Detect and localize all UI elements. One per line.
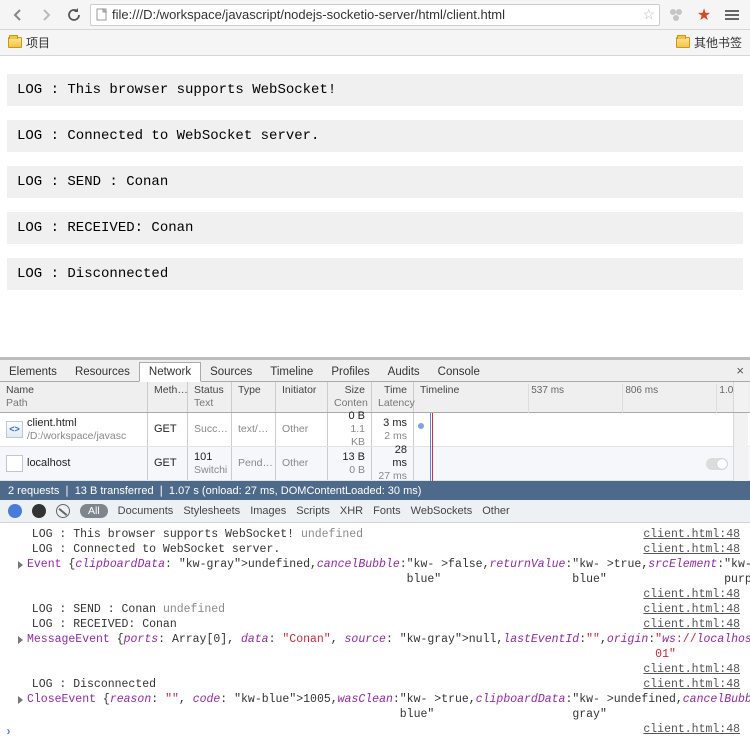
console-object-line[interactable]: MessageEvent {ports: Array[0], data: "Co… xyxy=(18,632,740,662)
col-initiator[interactable]: Initiator xyxy=(276,382,328,412)
clear-icon[interactable] xyxy=(56,504,70,518)
console-source-link[interactable]: client.html:48 xyxy=(643,662,740,677)
console-source-link[interactable]: client.html:48 xyxy=(643,542,740,557)
console-source-line: client.html:48 xyxy=(18,587,740,602)
extension-icon-1[interactable] xyxy=(664,3,688,27)
devtools-panel: Elements Resources Network Sources Timel… xyxy=(0,357,750,743)
console-line: LOG : This browser supports WebSocket! u… xyxy=(18,527,740,542)
timeline-scrollbar[interactable] xyxy=(733,413,748,481)
col-name[interactable]: NamePath xyxy=(0,382,148,412)
filter-stylesheets[interactable]: Stylesheets xyxy=(183,505,240,517)
console-source-line: client.html:48 xyxy=(18,662,740,677)
star-icon[interactable]: ☆ xyxy=(642,6,655,23)
console-source-link[interactable]: client.html:48 xyxy=(643,527,740,542)
page-log-line: LOG : Disconnected xyxy=(7,258,743,290)
tab-sources[interactable]: Sources xyxy=(201,363,261,381)
tab-timeline[interactable]: Timeline xyxy=(261,363,322,381)
list-icon[interactable] xyxy=(8,504,22,518)
col-method[interactable]: Meth… xyxy=(148,382,188,412)
console-source-link[interactable]: client.html:48 xyxy=(643,722,740,737)
col-size[interactable]: SizeConten xyxy=(328,382,372,412)
page-log-line: LOG : This browser supports WebSocket! xyxy=(7,74,743,106)
page-log-line: LOG : Connected to WebSocket server. xyxy=(7,120,743,152)
console-source-line: client.html:48 xyxy=(18,722,740,737)
blank-icon xyxy=(6,455,23,472)
folder-icon xyxy=(8,37,22,48)
devtools-close-icon[interactable]: × xyxy=(736,363,744,378)
network-row[interactable]: localhost GET 101Switchi Pend… Other 13 … xyxy=(0,447,750,481)
console-source-link[interactable]: client.html:48 xyxy=(643,587,740,602)
back-button[interactable] xyxy=(6,3,30,27)
console-source-link[interactable]: client.html:48 xyxy=(643,677,740,692)
network-grid: <> client.html/D:/workspace/javasc GET S… xyxy=(0,413,750,481)
tab-console[interactable]: Console xyxy=(429,363,489,381)
browser-toolbar: file:///D:/workspace/javascript/nodejs-s… xyxy=(0,0,750,30)
filter-scripts[interactable]: Scripts xyxy=(296,505,330,517)
page-content: LOG : This browser supports WebSocket! L… xyxy=(0,56,750,322)
record-icon[interactable] xyxy=(32,504,46,518)
onload-line xyxy=(432,413,433,481)
col-type[interactable]: Type xyxy=(232,382,276,412)
network-summary: 2 requests ❘ 13 B transferred ❘ 1.07 s (… xyxy=(0,481,750,500)
console-line: LOG : SEND : Conan undefinedclient.html:… xyxy=(18,602,740,617)
console-line: LOG : Connected to WebSocket server.clie… xyxy=(18,542,740,557)
url-text: file:///D:/workspace/javascript/nodejs-s… xyxy=(112,7,638,22)
tab-profiles[interactable]: Profiles xyxy=(322,363,378,381)
devtools-tabs: Elements Resources Network Sources Timel… xyxy=(0,360,750,382)
filter-all[interactable]: All xyxy=(80,504,108,518)
folder-icon xyxy=(676,37,690,48)
console-object-line[interactable]: CloseEvent {reason: "", code: "kw-blue">… xyxy=(18,692,740,722)
filter-documents[interactable]: Documents xyxy=(118,505,174,517)
websocket-toggle-icon xyxy=(706,458,728,470)
filter-other[interactable]: Other xyxy=(482,505,510,517)
bookmark-folder-left[interactable]: 项目 xyxy=(8,34,50,51)
console-filter-bar: All Documents Stylesheets Images Scripts… xyxy=(0,500,750,523)
address-bar[interactable]: file:///D:/workspace/javascript/nodejs-s… xyxy=(90,4,660,26)
page-log-line: LOG : SEND : Conan xyxy=(7,166,743,198)
tab-network[interactable]: Network xyxy=(139,362,201,382)
console-source-link[interactable]: client.html:48 xyxy=(643,617,740,632)
col-time[interactable]: TimeLatency xyxy=(372,382,414,412)
expand-icon[interactable] xyxy=(18,636,23,644)
domcontentloaded-line xyxy=(430,413,431,481)
file-icon xyxy=(95,8,108,21)
bookmark-right-label: 其他书签 xyxy=(694,34,742,51)
expand-icon[interactable] xyxy=(18,561,23,569)
menu-button[interactable] xyxy=(720,3,744,27)
reload-button[interactable] xyxy=(62,3,86,27)
filter-websockets[interactable]: WebSockets xyxy=(411,505,473,517)
console-object-line[interactable]: Event {clipboardData: "kw-gray">undefine… xyxy=(18,557,740,587)
expand-icon[interactable] xyxy=(18,696,23,704)
console-line: LOG : RECEIVED: Conanclient.html:48 xyxy=(18,617,740,632)
timeline-ticks: 537 ms 806 ms 1.07 s xyxy=(414,382,750,412)
console-line: LOG : Disconnectedclient.html:48 xyxy=(18,677,740,692)
timeline-marker xyxy=(418,423,424,429)
tab-audits[interactable]: Audits xyxy=(379,363,429,381)
bookmark-left-label: 项目 xyxy=(26,34,50,51)
console-output: LOG : This browser supports WebSocket! u… xyxy=(0,523,750,743)
page-icon: <> xyxy=(6,421,23,438)
col-status[interactable]: StatusText xyxy=(188,382,232,412)
tab-resources[interactable]: Resources xyxy=(66,363,139,381)
console-prompt-icon[interactable]: › xyxy=(5,725,12,740)
bookmarks-bar: 项目 其他书签 xyxy=(0,30,750,56)
filter-xhr[interactable]: XHR xyxy=(340,505,363,517)
network-header-row: NamePath Meth… StatusText Type Initiator… xyxy=(0,382,750,413)
extension-icon-2[interactable]: ★ xyxy=(692,3,716,27)
timeline-scrollbar[interactable] xyxy=(733,382,748,412)
blank-area xyxy=(0,322,750,357)
page-log-line: LOG : RECEIVED: Conan xyxy=(7,212,743,244)
network-row[interactable]: <> client.html/D:/workspace/javasc GET S… xyxy=(0,413,750,447)
forward-button[interactable] xyxy=(34,3,58,27)
bookmark-folder-right[interactable]: 其他书签 xyxy=(676,34,742,51)
filter-fonts[interactable]: Fonts xyxy=(373,505,401,517)
tab-elements[interactable]: Elements xyxy=(0,363,66,381)
console-source-link[interactable]: client.html:48 xyxy=(643,602,740,617)
filter-images[interactable]: Images xyxy=(250,505,286,517)
col-timeline[interactable]: Timeline 537 ms 806 ms 1.07 s xyxy=(414,382,750,412)
